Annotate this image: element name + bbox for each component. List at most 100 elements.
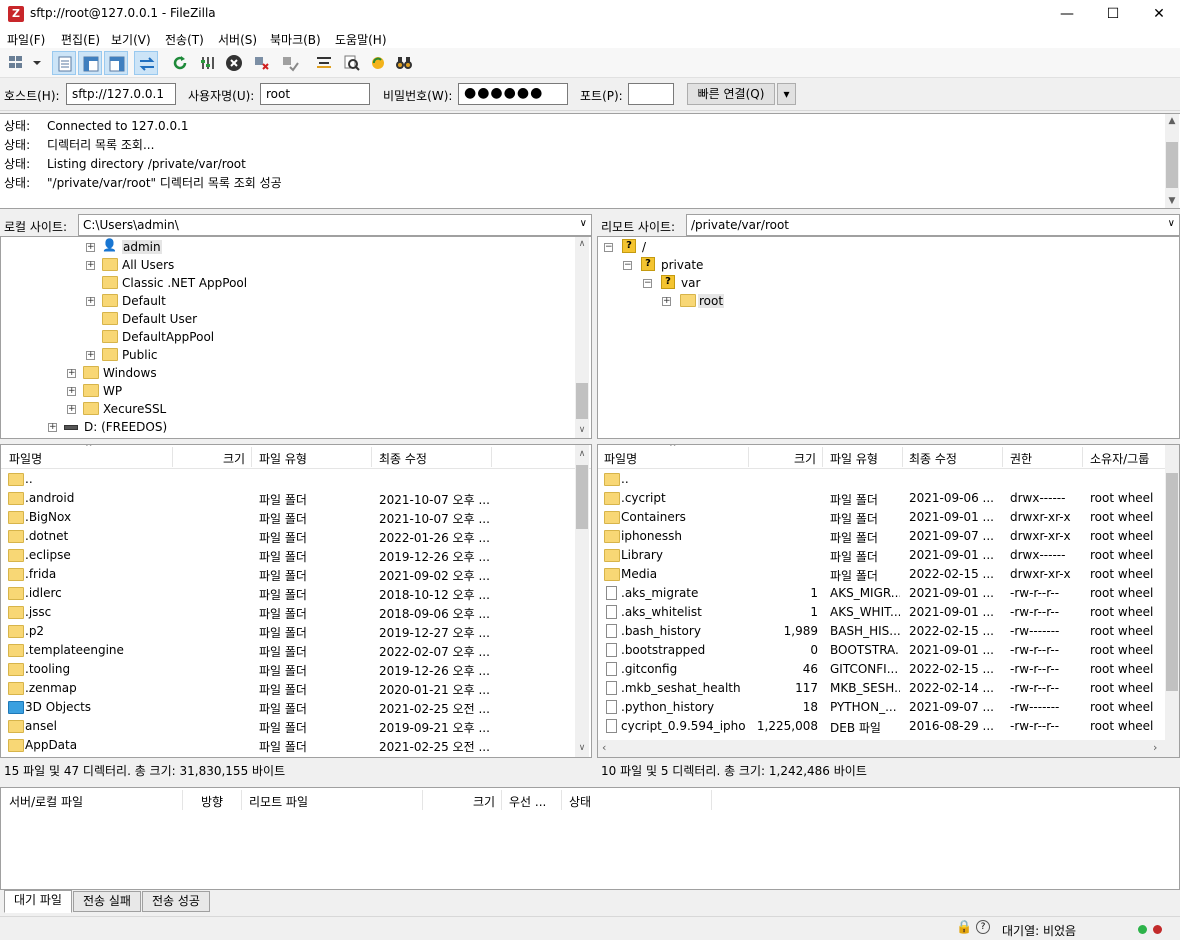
quickconnect-dropdown-button[interactable]: ▾ [777, 83, 796, 105]
column-filename[interactable]: 파일명 [9, 450, 42, 467]
table-row[interactable]: .p2 파일 폴더 2019-12-27 오후 ... [1, 622, 591, 641]
table-row[interactable]: .dotnet 파일 폴더 2022-01-26 오후 ... [1, 527, 591, 546]
column-remote-file[interactable]: 리모트 파일 [249, 793, 308, 810]
quickconnect-button[interactable]: 빠른 연결(Q) [687, 83, 775, 105]
scroll-right-icon[interactable]: › [1153, 741, 1157, 754]
cancel-button[interactable] [222, 51, 246, 75]
column-type[interactable]: 파일 유형 [259, 450, 307, 467]
column-direction[interactable]: 방향 [201, 793, 223, 810]
scroll-up-icon[interactable]: ∧ [575, 447, 589, 461]
close-button[interactable]: ✕ [1136, 0, 1180, 28]
column-modified[interactable]: 최종 수정 [379, 450, 427, 467]
column-status[interactable]: 상태 [569, 793, 591, 810]
tab-successful-transfers[interactable]: 전송 성공 [142, 891, 210, 912]
table-row[interactable]: iphonessh 파일 폴더 2021-09-07 ... drwxr-xr-x ro… [598, 527, 1179, 546]
table-row[interactable]: Library 파일 폴더 2021-09-01 ... drwx------ root… [598, 546, 1179, 565]
table-row[interactable]: .. [1, 470, 591, 489]
chevron-down-icon[interactable]: ∨ [580, 218, 587, 229]
table-row[interactable]: .aks_migrate 1 AKS_MIGR... 2021-09-01 ... -r… [598, 584, 1179, 603]
table-row[interactable]: .eclipse 파일 폴더 2019-12-26 오후 ... [1, 546, 591, 565]
scroll-down-icon[interactable]: ∨ [575, 741, 589, 755]
table-row[interactable]: .bash_history 1,989 BASH_HIS... 2022-02-15 … [598, 622, 1179, 641]
scroll-thumb[interactable] [576, 465, 588, 529]
column-queue-size[interactable]: 크기 [473, 793, 495, 810]
maximize-button[interactable]: ☐ [1090, 0, 1136, 28]
chevron-down-icon[interactable]: ∨ [1168, 218, 1175, 229]
table-row[interactable]: .python_history 18 PYTHON_... 2021-09-07 ..… [598, 698, 1179, 717]
table-row[interactable]: Media 파일 폴더 2022-02-15 ... drwxr-xr-x root w… [598, 565, 1179, 584]
local-tree-scrollbar[interactable]: ∧ ∨ [575, 237, 589, 438]
password-input[interactable]: ●●●●●● [458, 83, 568, 105]
local-list-scrollbar[interactable]: ∧ ∨ [575, 445, 589, 757]
menu-file[interactable]: 파일(F) [7, 31, 45, 48]
table-row[interactable]: .bootstrapped 0 BOOTSTRA... 2021-09-01 ... -… [598, 641, 1179, 660]
port-input[interactable] [628, 83, 674, 105]
username-input[interactable]: root [260, 83, 370, 105]
table-row[interactable]: AppData 파일 폴더 2021-02-25 오전 ... [1, 736, 591, 755]
table-row[interactable]: ansel 파일 폴더 2019-09-21 오후 ... [1, 717, 591, 736]
tab-failed-transfers[interactable]: 전송 실패 [73, 891, 141, 912]
host-input[interactable]: sftp://127.0.0.1 [66, 83, 176, 105]
minimize-button[interactable]: — [1044, 0, 1090, 28]
table-row[interactable]: .tooling 파일 폴더 2019-12-26 오후 ... [1, 660, 591, 679]
local-path-input[interactable]: C:\Users\admin\ ∨ [78, 214, 592, 236]
scroll-down-icon[interactable]: ∨ [575, 423, 589, 437]
site-manager-button[interactable] [4, 51, 44, 75]
table-row[interactable]: .idlerc 파일 폴더 2018-10-12 오후 ... [1, 584, 591, 603]
search-files-button[interactable] [392, 51, 416, 75]
table-row[interactable]: .mkb_seshat_health 117 MKB_SESH... 2022-02-… [598, 679, 1179, 698]
table-row[interactable]: .jssc 파일 폴더 2018-09-06 오후 ... [1, 603, 591, 622]
process-queue-button[interactable] [196, 51, 220, 75]
directory-filter-button[interactable] [312, 51, 336, 75]
toggle-remote-tree-button[interactable] [104, 51, 128, 75]
column-filename[interactable]: 파일명 [604, 450, 637, 467]
scroll-up-icon[interactable]: ∧ [575, 237, 589, 251]
toggle-log-button[interactable] [52, 51, 76, 75]
remote-list-hscrollbar[interactable]: ‹ › [598, 740, 1179, 757]
menu-view[interactable]: 보기(V) [111, 31, 151, 48]
scroll-thumb[interactable] [1166, 473, 1178, 691]
reconnect-button[interactable] [278, 51, 302, 75]
scroll-up-icon[interactable]: ▲ [1165, 114, 1179, 128]
log-scrollbar[interactable]: ▲ ▼ [1165, 114, 1179, 208]
table-row[interactable]: 3D Objects 파일 폴더 2021-02-25 오전 ... [1, 698, 591, 717]
toggle-queue-button[interactable] [134, 51, 158, 75]
menu-bookmarks[interactable]: 북마크(B) [270, 31, 321, 48]
menu-server[interactable]: 서버(S) [218, 31, 257, 48]
table-row[interactable]: .frida 파일 폴더 2021-09-02 오후 ... [1, 565, 591, 584]
compare-directories-button[interactable] [340, 51, 364, 75]
table-row[interactable]: .zenmap 파일 폴더 2020-01-21 오후 ... [1, 679, 591, 698]
table-row[interactable]: .templateengine 파일 폴더 2022-02-07 오후 ... [1, 641, 591, 660]
menu-help[interactable]: 도움말(H) [335, 31, 387, 48]
column-server-local-file[interactable]: 서버/로컬 파일 [9, 793, 83, 810]
menu-edit[interactable]: 편집(E) [61, 31, 100, 48]
column-priority[interactable]: 우선 ... [509, 793, 546, 810]
remote-list-scrollbar[interactable] [1165, 445, 1179, 740]
column-permissions[interactable]: 권한 [1010, 450, 1032, 467]
table-row[interactable]: .android 파일 폴더 2021-10-07 오후 ... [1, 489, 591, 508]
column-size[interactable]: 크기 [794, 450, 816, 467]
scroll-down-icon[interactable]: ▼ [1165, 194, 1179, 208]
disconnect-button[interactable] [250, 51, 274, 75]
refresh-button[interactable] [168, 51, 192, 75]
tab-queued-files[interactable]: 대기 파일 [4, 890, 72, 913]
column-type[interactable]: 파일 유형 [830, 450, 878, 467]
column-owner[interactable]: 소유자/그룹 [1090, 450, 1149, 467]
table-row[interactable]: cycript_0.9.594_ipho... 1,225,008 DEB 파일 20… [598, 717, 1179, 736]
table-row[interactable]: .aks_whitelist 1 AKS_WHIT... 2021-09-01 ...… [598, 603, 1179, 622]
table-row[interactable]: .BigNox 파일 폴더 2021-10-07 오후 ... [1, 508, 591, 527]
menu-transfer[interactable]: 전송(T) [165, 31, 204, 48]
column-modified[interactable]: 최종 수정 [909, 450, 957, 467]
table-row[interactable]: .. [598, 470, 1179, 489]
table-row[interactable]: Containers 파일 폴더 2021-09-01 ... drwxr-xr-x r… [598, 508, 1179, 527]
remote-path-input[interactable]: /private/var/root ∨ [686, 214, 1180, 236]
scroll-thumb[interactable] [1166, 142, 1178, 188]
speed-limit-icon[interactable]: ? [976, 920, 990, 934]
table-row[interactable]: .gitconfig 46 GITCONFI... 2022-02-15 ... -rw… [598, 660, 1179, 679]
toggle-local-tree-button[interactable] [78, 51, 102, 75]
table-row[interactable]: .cycript 파일 폴더 2021-09-06 ... drwx------ roo… [598, 489, 1179, 508]
scroll-thumb[interactable] [576, 383, 588, 419]
sync-browsing-button[interactable] [366, 51, 390, 75]
scroll-left-icon[interactable]: ‹ [602, 741, 606, 754]
column-size[interactable]: 크기 [223, 450, 245, 467]
